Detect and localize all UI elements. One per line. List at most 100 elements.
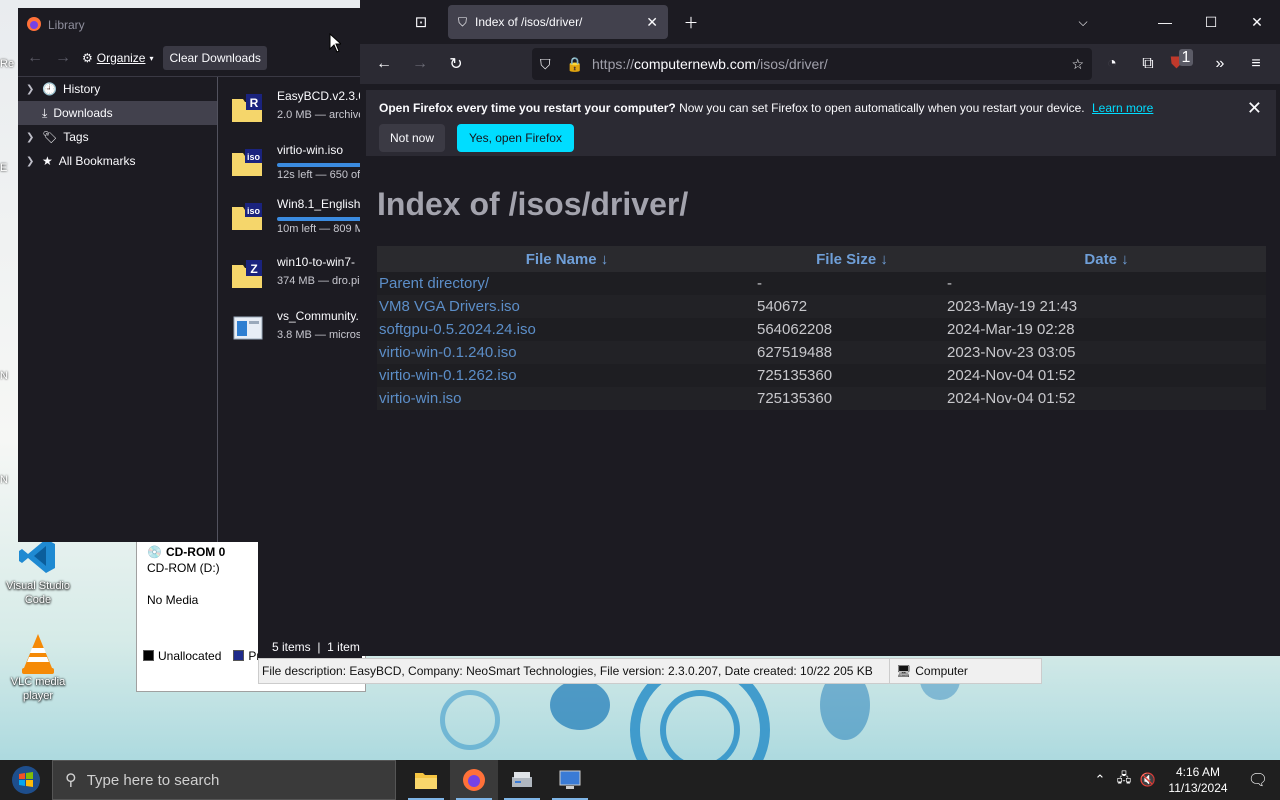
yes-open-firefox-button[interactable]: Yes, open Firefox: [457, 124, 574, 152]
close-notification-icon[interactable]: ✕: [1247, 98, 1262, 119]
close-tab-icon[interactable]: ✕: [646, 14, 658, 31]
forward-icon[interactable]: →: [54, 49, 72, 67]
download-item[interactable]: Z win10-to-win7- 374 MB — dro.pi: [219, 251, 360, 305]
chevron-right-icon[interactable]: ❯: [26, 84, 36, 95]
download-status: 2.0 MB — archive: [277, 109, 360, 121]
taskbar-system-app[interactable]: [546, 760, 594, 800]
shield-icon[interactable]: ⛉: [540, 56, 551, 73]
desktop-icon-label: Visual Studio Code: [5, 580, 70, 606]
overflow-menu-icon[interactable]: »: [1202, 55, 1238, 73]
chevron-right-icon[interactable]: ❯: [26, 132, 36, 143]
tab-index-of-isos-driver[interactable]: ⛉ Index of /isos/driver/ ✕: [448, 5, 668, 39]
url-bar[interactable]: ⛉ 🔒 https://computernewb.com/isos/driver…: [532, 48, 1092, 80]
table-row: VM8 VGA Drivers.iso 540672 2023-May-19 2…: [377, 295, 1266, 318]
file-link[interactable]: virtio-win-0.1.240.iso: [379, 344, 517, 361]
extensions-icon[interactable]: ⧉: [1130, 55, 1166, 73]
taskbar-file-explorer[interactable]: [402, 760, 450, 800]
download-item[interactable]: R EasyBCD.v2.3.0. 2.0 MB — archive: [219, 85, 360, 139]
hamburger-menu-icon[interactable]: ≡: [1238, 55, 1274, 73]
svg-text:iso: iso: [247, 206, 261, 216]
download-item[interactable]: iso Win8.1_English_ 10m left — 809 M: [219, 193, 360, 247]
desktop-icon-fragment[interactable]: E: [0, 162, 18, 202]
clock[interactable]: 4:16 AM 11/13/2024: [1160, 764, 1236, 796]
taskbar-disk-management[interactable]: [498, 760, 546, 800]
svg-text:Z: Z: [250, 262, 257, 276]
account-icon[interactable]: ◔: [1094, 55, 1130, 73]
zip-file-icon: Z: [231, 259, 263, 289]
taskbar: ⚲ Type here to search ⌃ 🖧 🔇 4:16 AM 11/1…: [0, 760, 1280, 800]
bookmark-star-icon[interactable]: ☆: [1071, 56, 1084, 73]
desktop-icon-fragment[interactable]: Re: [0, 58, 18, 98]
file-link[interactable]: Parent directory/: [379, 275, 489, 292]
organize-menu[interactable]: ⚙ Organize ▾: [82, 51, 153, 65]
file-listing-table: File Name ↓ File Size ↓ Date ↓ Parent di…: [377, 246, 1266, 410]
table-row: virtio-win-0.1.262.iso 725135360 2024-No…: [377, 364, 1266, 387]
download-item[interactable]: iso virtio-win.iso 12s left — 650 of: [219, 139, 360, 193]
explorer-statusbar: File description: EasyBCD, Company: NeoS…: [258, 658, 1042, 684]
desktop-icon-vlc[interactable]: VLC media player: [0, 632, 76, 703]
status-description: File description: EasyBCD, Company: NeoS…: [262, 664, 831, 678]
taskbar-search-box[interactable]: ⚲ Type here to search: [52, 760, 396, 800]
firefox-view-icon[interactable]: ⊡: [406, 7, 436, 37]
volume-muted-icon[interactable]: 🔇: [1136, 772, 1160, 788]
selected-count: 1 item: [327, 640, 360, 654]
tree-item-downloads[interactable]: ⤓ Downloads: [18, 101, 217, 125]
reload-icon[interactable]: ↻: [438, 54, 474, 74]
download-item[interactable]: vs_Community. 3.8 MB — micros: [219, 305, 360, 359]
iso-file-icon: iso: [231, 147, 263, 177]
forward-icon[interactable]: →: [402, 55, 438, 73]
action-center-icon[interactable]: 🗨: [1236, 770, 1280, 790]
download-status: 10m left — 809 M: [277, 223, 360, 235]
file-link[interactable]: VM8 VGA Drivers.iso: [379, 298, 520, 315]
page-content: Index of /isos/driver/ File Name ↓ File …: [360, 160, 1280, 656]
back-icon[interactable]: ←: [26, 49, 44, 67]
tree-item-all-bookmarks[interactable]: ❯ ★ All Bookmarks: [18, 149, 217, 173]
lock-icon[interactable]: 🔒: [566, 56, 583, 73]
svg-text:iso: iso: [247, 152, 261, 162]
library-toolbar: ← → ⚙ Organize ▾ Clear Downloads: [18, 42, 360, 74]
column-date[interactable]: Date ↓: [947, 246, 1266, 272]
column-file-size[interactable]: File Size ↓: [757, 246, 947, 272]
clear-downloads-button[interactable]: Clear Downloads: [163, 46, 267, 70]
maximize-icon[interactable]: ☐: [1188, 0, 1234, 44]
mouse-cursor-icon: [329, 32, 343, 56]
column-file-name[interactable]: File Name ↓: [377, 246, 757, 272]
file-date: 2023-May-19 21:43: [947, 298, 1078, 315]
learn-more-link[interactable]: Learn more: [1092, 101, 1153, 115]
file-size: 627519488: [757, 344, 833, 361]
file-link[interactable]: softgpu-0.5.2024.24.iso: [379, 321, 536, 338]
cd-rom-volume[interactable]: 💿 CD-ROM 0 CD-ROM (D:) No Media: [137, 541, 241, 635]
network-icon[interactable]: 🖧: [1112, 769, 1136, 791]
vlc-icon: [18, 632, 58, 674]
desktop-icon-fragment[interactable]: N: [0, 474, 18, 514]
back-icon[interactable]: ←: [366, 55, 402, 73]
desktop-icon-vscode[interactable]: Visual Studio Code: [0, 536, 76, 607]
download-progress: [277, 217, 360, 221]
url-path: /isos/driver/: [756, 56, 828, 72]
history-icon: 🕘: [42, 82, 57, 96]
file-link[interactable]: virtio-win-0.1.262.iso: [379, 367, 517, 384]
tree-item-history[interactable]: ❯ 🕘 History: [18, 77, 217, 101]
download-status: 12s left — 650 of: [277, 169, 360, 181]
close-window-icon[interactable]: ✕: [1234, 0, 1280, 44]
minimize-icon[interactable]: —: [1142, 0, 1188, 44]
desktop-icon-fragment[interactable]: N: [0, 370, 18, 410]
chevron-right-icon[interactable]: ❯: [26, 156, 36, 167]
tree-item-tags[interactable]: ❯ 🏷 Tags: [18, 125, 217, 149]
chevron-up-icon[interactable]: ⌃: [1088, 772, 1112, 788]
file-link[interactable]: virtio-win.iso: [379, 390, 462, 407]
ublock-icon[interactable]: ⛊1: [1166, 49, 1202, 73]
toolbar-buttons: ◔ ⧉ ⛊1 » ≡: [1094, 44, 1274, 84]
download-icon: ⤓: [42, 105, 48, 120]
not-now-button[interactable]: Not now: [379, 124, 446, 152]
list-tabs-icon[interactable]: ⌵: [1068, 7, 1098, 37]
taskbar-firefox[interactable]: [450, 760, 498, 800]
tab-title: Index of /isos/driver/: [475, 15, 583, 29]
notification-bar: Open Firefox every time you restart your…: [366, 90, 1276, 156]
status-size: 205 KB: [833, 664, 873, 678]
library-titlebar[interactable]: Library: [18, 8, 360, 42]
system-tray: ⌃ 🖧 🔇 4:16 AM 11/13/2024 🗨: [1088, 760, 1280, 800]
table-row: virtio-win-0.1.240.iso 627519488 2023-No…: [377, 341, 1266, 364]
start-button[interactable]: [0, 760, 52, 800]
new-tab-icon[interactable]: ＋: [676, 7, 706, 37]
